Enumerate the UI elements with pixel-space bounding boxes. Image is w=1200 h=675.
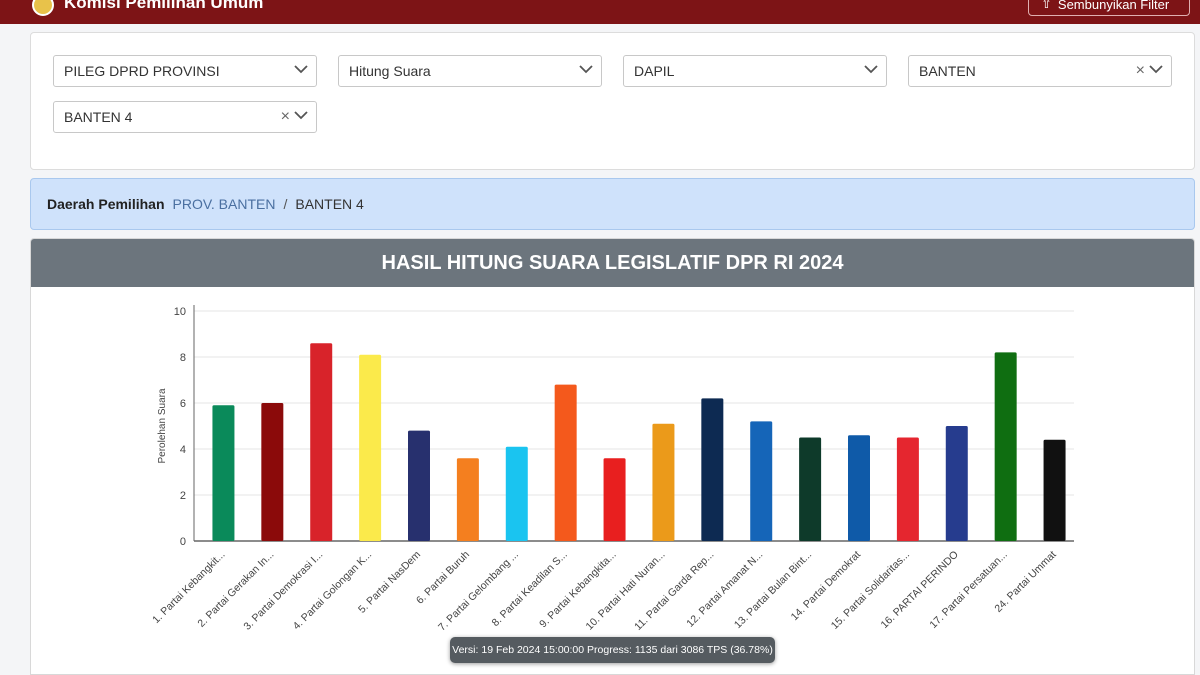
bar [505,446,528,541]
bar [799,437,822,541]
region-level-value: DAPIL [634,63,675,79]
chevron-down-icon [294,65,308,74]
bar [701,398,724,541]
election-type-select[interactable]: PILEG DPRD PROVINSI [53,55,317,87]
bar [212,405,235,541]
bar [994,352,1017,541]
progress-tooltip: Versi: 19 Feb 2024 15:00:00 Progress: 11… [450,637,775,663]
brand-title: Komisi Pemilihan Umum [64,0,264,12]
bar [456,458,479,541]
y-tick-label: 4 [180,444,186,456]
breadcrumb-separator: / [283,196,288,212]
bar [554,384,577,541]
chart-card: HASIL HITUNG SUARA LEGISLATIF DPR RI 202… [30,238,1195,675]
bar [603,458,626,541]
bar [652,423,675,541]
bar [408,430,430,541]
mode-value: Hitung Suara [349,63,431,79]
y-tick-label: 2 [180,490,186,502]
clear-icon[interactable]: × [1136,62,1145,80]
x-tick-label: 11. Partai Garda Rep... [632,549,716,633]
breadcrumb-label: Daerah Pemilihan [47,196,165,212]
mode-select[interactable]: Hitung Suara [338,55,602,87]
election-type-value: PILEG DPRD PROVINSI [64,63,220,79]
x-tick-label: 7. Partai Gelombang ... [436,549,521,634]
y-tick-label: 10 [174,306,186,318]
hide-filter-label: Sembunyikan Filter [1057,0,1170,12]
y-axis-label: Perolehan Suara [157,388,168,463]
breadcrumb: Daerah Pemilihan PROV. BANTEN / BANTEN 4 [30,178,1195,230]
y-tick-label: 0 [180,536,186,548]
bar [1043,439,1066,541]
hide-filter-button[interactable]: ⇧ Sembunyikan Filter [1028,0,1190,16]
region-level-select[interactable]: DAPIL [623,55,887,87]
bar [750,421,773,541]
x-tick-label: 3. Partai Demokrasi I... [241,549,325,633]
bar [848,435,870,541]
chevron-down-icon [294,111,308,120]
chevron-down-icon [1149,65,1163,74]
top-bar: Komisi Pemilihan Umum ⇧ Sembunyikan Filt… [0,0,1200,24]
bar [896,437,919,541]
province-select[interactable]: BANTEN × [908,55,1172,87]
breadcrumb-province-link[interactable]: PROV. BANTEN [173,196,276,212]
breadcrumb-current: BANTEN 4 [295,196,364,212]
y-tick-label: 8 [180,352,186,364]
bar [945,426,968,541]
clear-icon[interactable]: × [281,108,290,126]
chevron-down-icon [579,65,593,74]
chart-title: HASIL HITUNG SUARA LEGISLATIF DPR RI 202… [31,239,1194,287]
kpu-logo [32,0,54,16]
dapil-value: BANTEN 4 [64,109,133,125]
filter-panel: PILEG DPRD PROVINSI Hitung Suara DAPIL B… [30,32,1195,170]
dapil-select[interactable]: BANTEN 4 × [53,101,317,133]
bar [261,403,284,541]
filter-icon: ⇧ [1041,0,1052,11]
bar [310,343,333,541]
chevron-down-icon [864,65,878,74]
x-tick-label: 10. Partai Hati Nuran... [584,549,668,633]
bar-chart: 0246810Perolehan Suara1. Partai Kebangki… [150,305,1074,634]
province-value: BANTEN [919,63,976,79]
y-tick-label: 6 [180,398,186,410]
bar [359,354,382,541]
